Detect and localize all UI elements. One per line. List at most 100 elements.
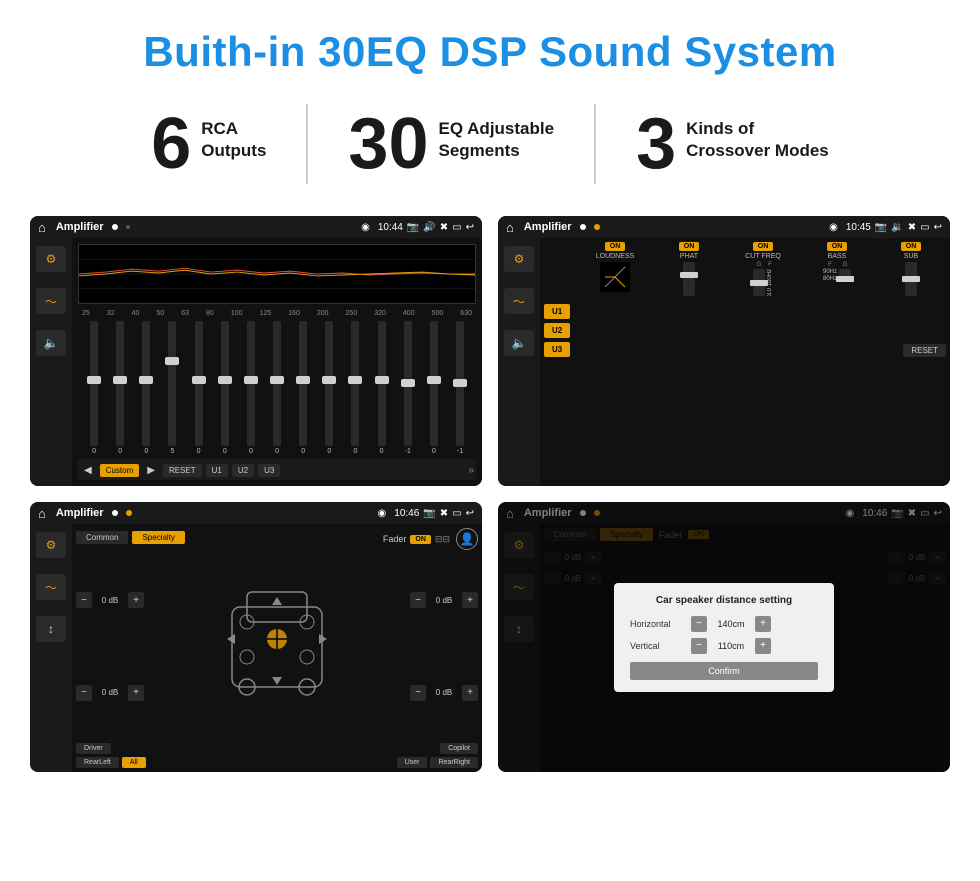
fader-plus-3[interactable]: +: [462, 592, 478, 608]
fader-minus-2[interactable]: −: [76, 685, 92, 701]
back-icon: ↩: [466, 222, 474, 233]
fader-wave-btn[interactable]: 〜: [36, 574, 66, 600]
cx-cutfreq-on[interactable]: ON: [753, 242, 774, 251]
eq-val-12: -1: [405, 448, 411, 455]
eq-track-12[interactable]: [404, 321, 412, 446]
fader-dot-2: [126, 510, 132, 516]
eq-slider-11: 0: [370, 321, 394, 455]
cx-cutfreq-label: CUT FREQ: [745, 253, 781, 260]
fader-rearright-btn[interactable]: RearRight: [430, 757, 478, 768]
cx-u1-btn[interactable]: U1: [544, 304, 570, 319]
fader-copilot-btn[interactable]: Copilot: [440, 743, 478, 754]
fader-filter-btn[interactable]: ⚙: [36, 532, 66, 558]
fader-plus-1[interactable]: +: [128, 592, 144, 608]
cx-filter-btn[interactable]: ⚙: [504, 246, 534, 272]
cx-sub-on[interactable]: ON: [901, 242, 922, 251]
eq-val-13: 0: [432, 448, 436, 455]
eq-next-btn[interactable]: ▶: [143, 463, 159, 478]
cx-reset-btn[interactable]: RESET: [903, 344, 946, 357]
speaker-icon: 🔈: [44, 336, 59, 350]
horizontal-plus[interactable]: +: [755, 616, 771, 632]
eq-u1-btn[interactable]: U1: [206, 464, 228, 477]
cx-u2-btn[interactable]: U2: [544, 323, 570, 338]
fader-minus-3[interactable]: −: [410, 592, 426, 608]
eq-track-2[interactable]: [142, 321, 150, 446]
fader-bottom-row-2: RearLeft All User RearRight: [76, 757, 478, 768]
eq-track-0[interactable]: [90, 321, 98, 446]
fader-common-tab[interactable]: Common: [76, 531, 128, 544]
fader-minus-4[interactable]: −: [410, 685, 426, 701]
fader-value-2: 0 dB: [96, 688, 124, 697]
fader-row-4: − 0 dB +: [410, 685, 478, 701]
cx-bass-g-label: G: [843, 262, 848, 268]
fader-screen-content: ⚙ 〜 ↕ Common Specialty Fader ON: [30, 524, 482, 772]
eq-track-11[interactable]: [378, 321, 386, 446]
eq-filter-btn[interactable]: ⚙: [36, 246, 66, 272]
fader-specialty-tab[interactable]: Specialty: [132, 531, 184, 544]
cx-speaker-btn[interactable]: 🔈: [504, 330, 534, 356]
cx-bass-on[interactable]: ON: [827, 242, 848, 251]
fader-user-btn[interactable]: User: [397, 757, 428, 768]
eq-val-6: 0: [249, 448, 253, 455]
eq-track-9[interactable]: [325, 321, 333, 446]
eq-speaker-btn[interactable]: 🔈: [36, 330, 66, 356]
eq-track-8[interactable]: [299, 321, 307, 446]
eq-track-6[interactable]: [247, 321, 255, 446]
fader-plus-4[interactable]: +: [462, 685, 478, 701]
stat-label-eq-1: EQ Adjustable: [439, 118, 555, 140]
eq-val-3: 5: [171, 448, 175, 455]
stat-label-rca-1: RCA: [201, 118, 266, 140]
eq-u2-btn[interactable]: U2: [232, 464, 254, 477]
eq-track-5[interactable]: [221, 321, 229, 446]
eq-track-7[interactable]: [273, 321, 281, 446]
eq-more-icon[interactable]: »: [468, 465, 474, 476]
fader-on-toggle[interactable]: ON: [410, 535, 431, 544]
cx-location-icon: ◉: [829, 222, 838, 233]
eq-thumb-10: [348, 376, 362, 384]
eq-track-13[interactable]: [430, 321, 438, 446]
fader-minus-1[interactable]: −: [76, 592, 92, 608]
cx-bass-f-label: F: [828, 262, 832, 268]
cx-status-icons: ◉ 10:45 📷 🔉 ✖ ▭ ↩: [829, 222, 942, 233]
eq-slider-5: 0: [213, 321, 237, 455]
eq-track-14[interactable]: [456, 321, 464, 446]
cx-phat-on[interactable]: ON: [679, 242, 700, 251]
cx-g-track[interactable]: [753, 269, 765, 296]
eq-thumb-3: [165, 357, 179, 365]
eq-wave-btn[interactable]: 〜: [36, 288, 66, 314]
eq-track-1[interactable]: [116, 321, 124, 446]
stat-label-crossover-2: Crossover Modes: [686, 140, 829, 162]
cx-wave-btn[interactable]: 〜: [504, 288, 534, 314]
horizontal-minus[interactable]: −: [691, 616, 707, 632]
eq-nav-bar: ◀ Custom ▶ RESET U1 U2 U3 »: [78, 459, 476, 480]
cx-u3-btn[interactable]: U3: [544, 342, 570, 357]
eq-custom-btn[interactable]: Custom: [100, 464, 140, 477]
confirm-button[interactable]: Confirm: [630, 662, 818, 680]
vertical-minus[interactable]: −: [691, 638, 707, 654]
eq-track-10[interactable]: [351, 321, 359, 446]
fader-speaker-size-btn[interactable]: ↕: [36, 616, 66, 642]
fader-plus-2[interactable]: +: [128, 685, 144, 701]
camera-icon: 📷: [407, 222, 419, 233]
cx-bass-g-track[interactable]: [839, 269, 851, 282]
eq-thumb-4: [192, 376, 206, 384]
fader-all-btn[interactable]: All: [122, 757, 146, 768]
eq-graph: [78, 244, 476, 304]
fader-driver-btn[interactable]: Driver: [76, 743, 111, 754]
eq-u3-btn[interactable]: U3: [258, 464, 280, 477]
fader-person-btn[interactable]: 👤: [456, 528, 478, 550]
cx-loudness-on[interactable]: ON: [605, 242, 626, 251]
eq-reset-btn[interactable]: RESET: [163, 464, 202, 477]
eq-prev-btn[interactable]: ◀: [80, 463, 96, 478]
cx-sub-track[interactable]: [905, 262, 917, 296]
eq-track-4[interactable]: [195, 321, 203, 446]
cx-g-thumb: [750, 280, 768, 286]
vertical-row: Vertical − 110cm +: [630, 638, 818, 654]
distance-screen: ⌂ Amplifier ◉ 10:46 📷 ✖ ▭ ↩ ⚙ 〜: [498, 502, 950, 772]
eq-track-3[interactable]: [168, 321, 176, 446]
fader-rearleft-btn[interactable]: RearLeft: [76, 757, 119, 768]
vertical-plus[interactable]: +: [755, 638, 771, 654]
cx-phat-thumb: [680, 272, 698, 278]
cx-phat-track[interactable]: [683, 262, 695, 296]
eq-slider-1: 0: [108, 321, 132, 455]
